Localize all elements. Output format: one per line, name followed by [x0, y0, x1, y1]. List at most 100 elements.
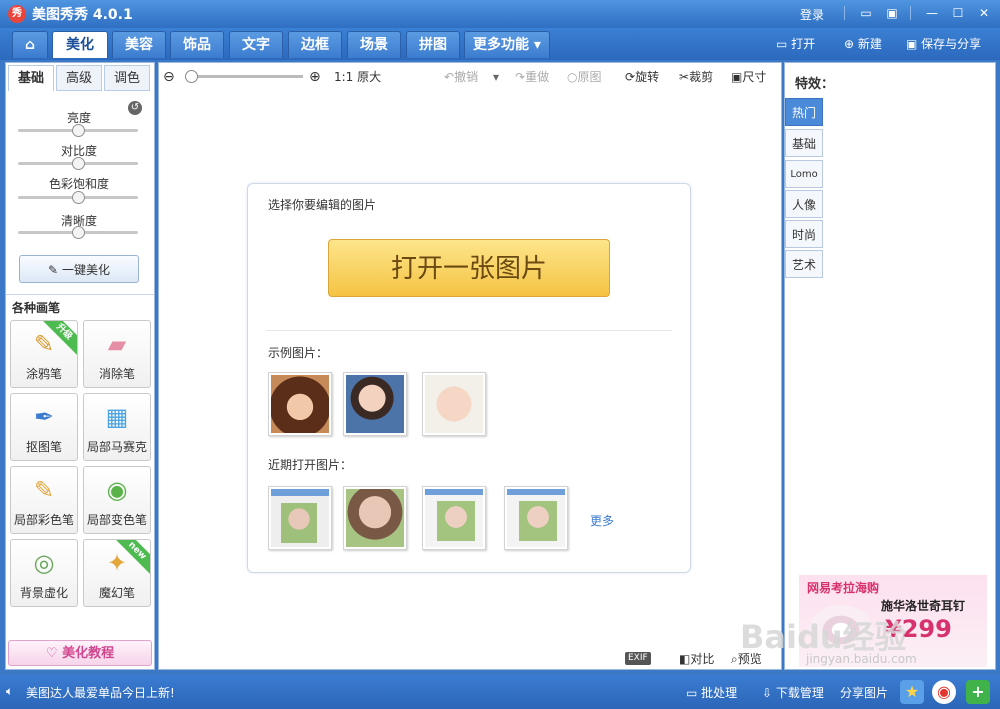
scissors-icon: ✂ [679, 70, 690, 84]
brush-label: 涂鸦笔 [25, 367, 62, 381]
close-icon[interactable]: ✕ [976, 5, 992, 21]
recent-thumbnail[interactable] [268, 486, 332, 550]
save-share-button[interactable]: ▣ 保存与分享 [906, 34, 981, 54]
sample-thumbnail[interactable] [268, 372, 332, 436]
weibo-icon[interactable]: ◉ [932, 680, 956, 704]
sample-photo-1 [271, 375, 329, 433]
blur-icon: ◎ [33, 549, 55, 577]
recent-photo-3 [425, 489, 483, 547]
brush-eraser[interactable]: ▰ 消除笔 [83, 320, 151, 388]
divider [266, 330, 672, 331]
original-button[interactable]: ○原图 [567, 69, 602, 85]
share-image-button[interactable]: 分享图片 [840, 684, 888, 701]
size-button[interactable]: ▣尺寸 [731, 69, 766, 85]
sample-thumbnail[interactable] [343, 372, 407, 436]
rotate-button[interactable]: ⟳旋转 [625, 69, 659, 85]
tab-text[interactable]: 文字 [229, 31, 283, 58]
saturation-slider-knob[interactable] [72, 191, 85, 204]
compare-button[interactable]: ◧对比 [679, 650, 714, 667]
tutorial-button[interactable]: ♡ 美化教程 [8, 640, 152, 666]
redo-label: 重做 [525, 70, 550, 84]
effect-tab-lomo[interactable]: Lomo [785, 160, 823, 188]
new-button[interactable]: ⊕ 新建 [844, 34, 882, 54]
sample-thumbnail[interactable] [422, 372, 486, 436]
original-label: 原图 [577, 70, 602, 84]
undo-dropdown-icon[interactable]: ▾ [493, 69, 499, 85]
brush-label: 局部马赛克 [86, 440, 147, 454]
paint-bucket-icon: ◉ [106, 476, 128, 504]
one-click-label: 一键美化 [61, 263, 110, 277]
folder-icon: ▭ [776, 37, 788, 51]
eraser-icon: ▰ [107, 330, 127, 358]
watermark-url: jingyan.baidu.com [806, 652, 917, 666]
brush-local-color[interactable]: ✎ 局部彩色笔 [10, 466, 78, 534]
tab-accessories[interactable]: 饰品 [170, 31, 224, 58]
sample-photo-2 [346, 375, 404, 433]
zoom-slider[interactable] [187, 75, 303, 78]
batch-button[interactable]: ▭ 批处理 [686, 684, 737, 701]
recent-thumbnail[interactable] [343, 486, 407, 550]
download-icon: ⇩ [762, 686, 773, 700]
effects-panel: 特效： 热门 基础 Lomo 人像 时尚 艺术 网易考拉海购 施华洛世奇耳钉 ¥… [784, 62, 996, 670]
undo-button[interactable]: ↶撤销 [444, 69, 478, 85]
one-click-beautify-button[interactable]: ✎ 一键美化 [19, 255, 139, 283]
redo-button[interactable]: ↷重做 [515, 69, 549, 85]
brush-cutout[interactable]: ✒ 抠图笔 [10, 393, 78, 461]
effect-tab-fashion[interactable]: 时尚 [785, 220, 823, 248]
home-icon: ⌂ [24, 37, 36, 53]
subtab-advanced[interactable]: 高级 [56, 65, 102, 91]
open-button[interactable]: ▭ 打开 [776, 34, 815, 54]
tab-scene[interactable]: 场景 [347, 31, 401, 58]
brush-magic[interactable]: ✦ 魔幻笔 new [83, 539, 151, 607]
zoom-slider-knob[interactable] [185, 70, 198, 83]
effect-tab-hot[interactable]: 热门 [785, 98, 823, 126]
download-manager-button[interactable]: ⇩ 下载管理 [762, 684, 824, 701]
minimize-icon[interactable]: — [924, 5, 940, 21]
recent-thumbnail[interactable] [504, 486, 568, 550]
add-share-icon[interactable]: + [966, 680, 990, 704]
exif-button[interactable]: EXIF [625, 652, 651, 665]
login-link[interactable]: 登录 [800, 6, 824, 23]
tab-more-features[interactable]: 更多功能 ▾ [464, 31, 550, 58]
sharpness-slider-knob[interactable] [72, 226, 85, 239]
sample-images-label: 示例图片： [268, 346, 329, 360]
app-logo: 秀 [8, 5, 26, 23]
actual-size-button[interactable]: 1:1 原大 [334, 69, 381, 85]
tab-beautify[interactable]: 美化 [52, 31, 108, 58]
status-message[interactable]: 美图达人最爱单品今日上新! [26, 684, 175, 701]
main-nav: ⌂ 美化 美容 饰品 文字 边框 场景 拼图 更多功能 ▾ ▭ 打开 ⊕ 新建 … [0, 28, 1000, 60]
recent-photo-2 [346, 489, 404, 547]
download-label: 下载管理 [775, 686, 824, 700]
brush-doodle[interactable]: ✎ 涂鸦笔 升级 [10, 320, 78, 388]
subtab-color[interactable]: 调色 [104, 65, 150, 91]
brush-background-blur[interactable]: ◎ 背景虚化 [10, 539, 78, 607]
size-label: 尺寸 [742, 70, 767, 84]
tab-beauty[interactable]: 美容 [112, 31, 166, 58]
brush-label: 背景虚化 [19, 586, 68, 600]
recent-thumbnail[interactable] [422, 486, 486, 550]
saturation-label: 色彩饱和度 [48, 177, 109, 191]
zoom-out-icon[interactable]: ⊖ [163, 69, 175, 85]
effect-tab-art[interactable]: 艺术 [785, 250, 823, 278]
home-tab[interactable]: ⌂ [12, 31, 48, 58]
maximize-icon[interactable]: ☐ [950, 5, 966, 21]
left-panel: 基础 高级 调色 ↺ 亮度 对比度 色彩饱和度 清晰度 ✎ 一键美化 各种画笔 … [5, 62, 155, 670]
tab-frame[interactable]: 边框 [288, 31, 342, 58]
message-icon[interactable]: ▭ [858, 5, 874, 21]
brush-mosaic[interactable]: ▦ 局部马赛克 [83, 393, 151, 461]
brush-color-change[interactable]: ◉ 局部变色笔 [83, 466, 151, 534]
hands-icon: ♡ [45, 646, 58, 661]
speaker-icon: 🔈︎ [6, 684, 14, 698]
subtab-basic[interactable]: 基础 [8, 65, 54, 91]
effect-tab-basic[interactable]: 基础 [785, 129, 823, 157]
more-recent-link[interactable]: 更多 [590, 512, 614, 529]
skin-icon[interactable]: ▣ [884, 5, 900, 21]
zoom-in-icon[interactable]: ⊕ [309, 69, 321, 85]
qzone-star-icon[interactable]: ★ [900, 680, 924, 704]
effect-tab-portrait[interactable]: 人像 [785, 190, 823, 218]
crop-button[interactable]: ✂裁剪 [679, 69, 713, 85]
brightness-slider-knob[interactable] [72, 124, 85, 137]
tab-collage[interactable]: 拼图 [406, 31, 460, 58]
open-image-button[interactable]: 打开一张图片 [328, 239, 610, 297]
contrast-slider-knob[interactable] [72, 157, 85, 170]
